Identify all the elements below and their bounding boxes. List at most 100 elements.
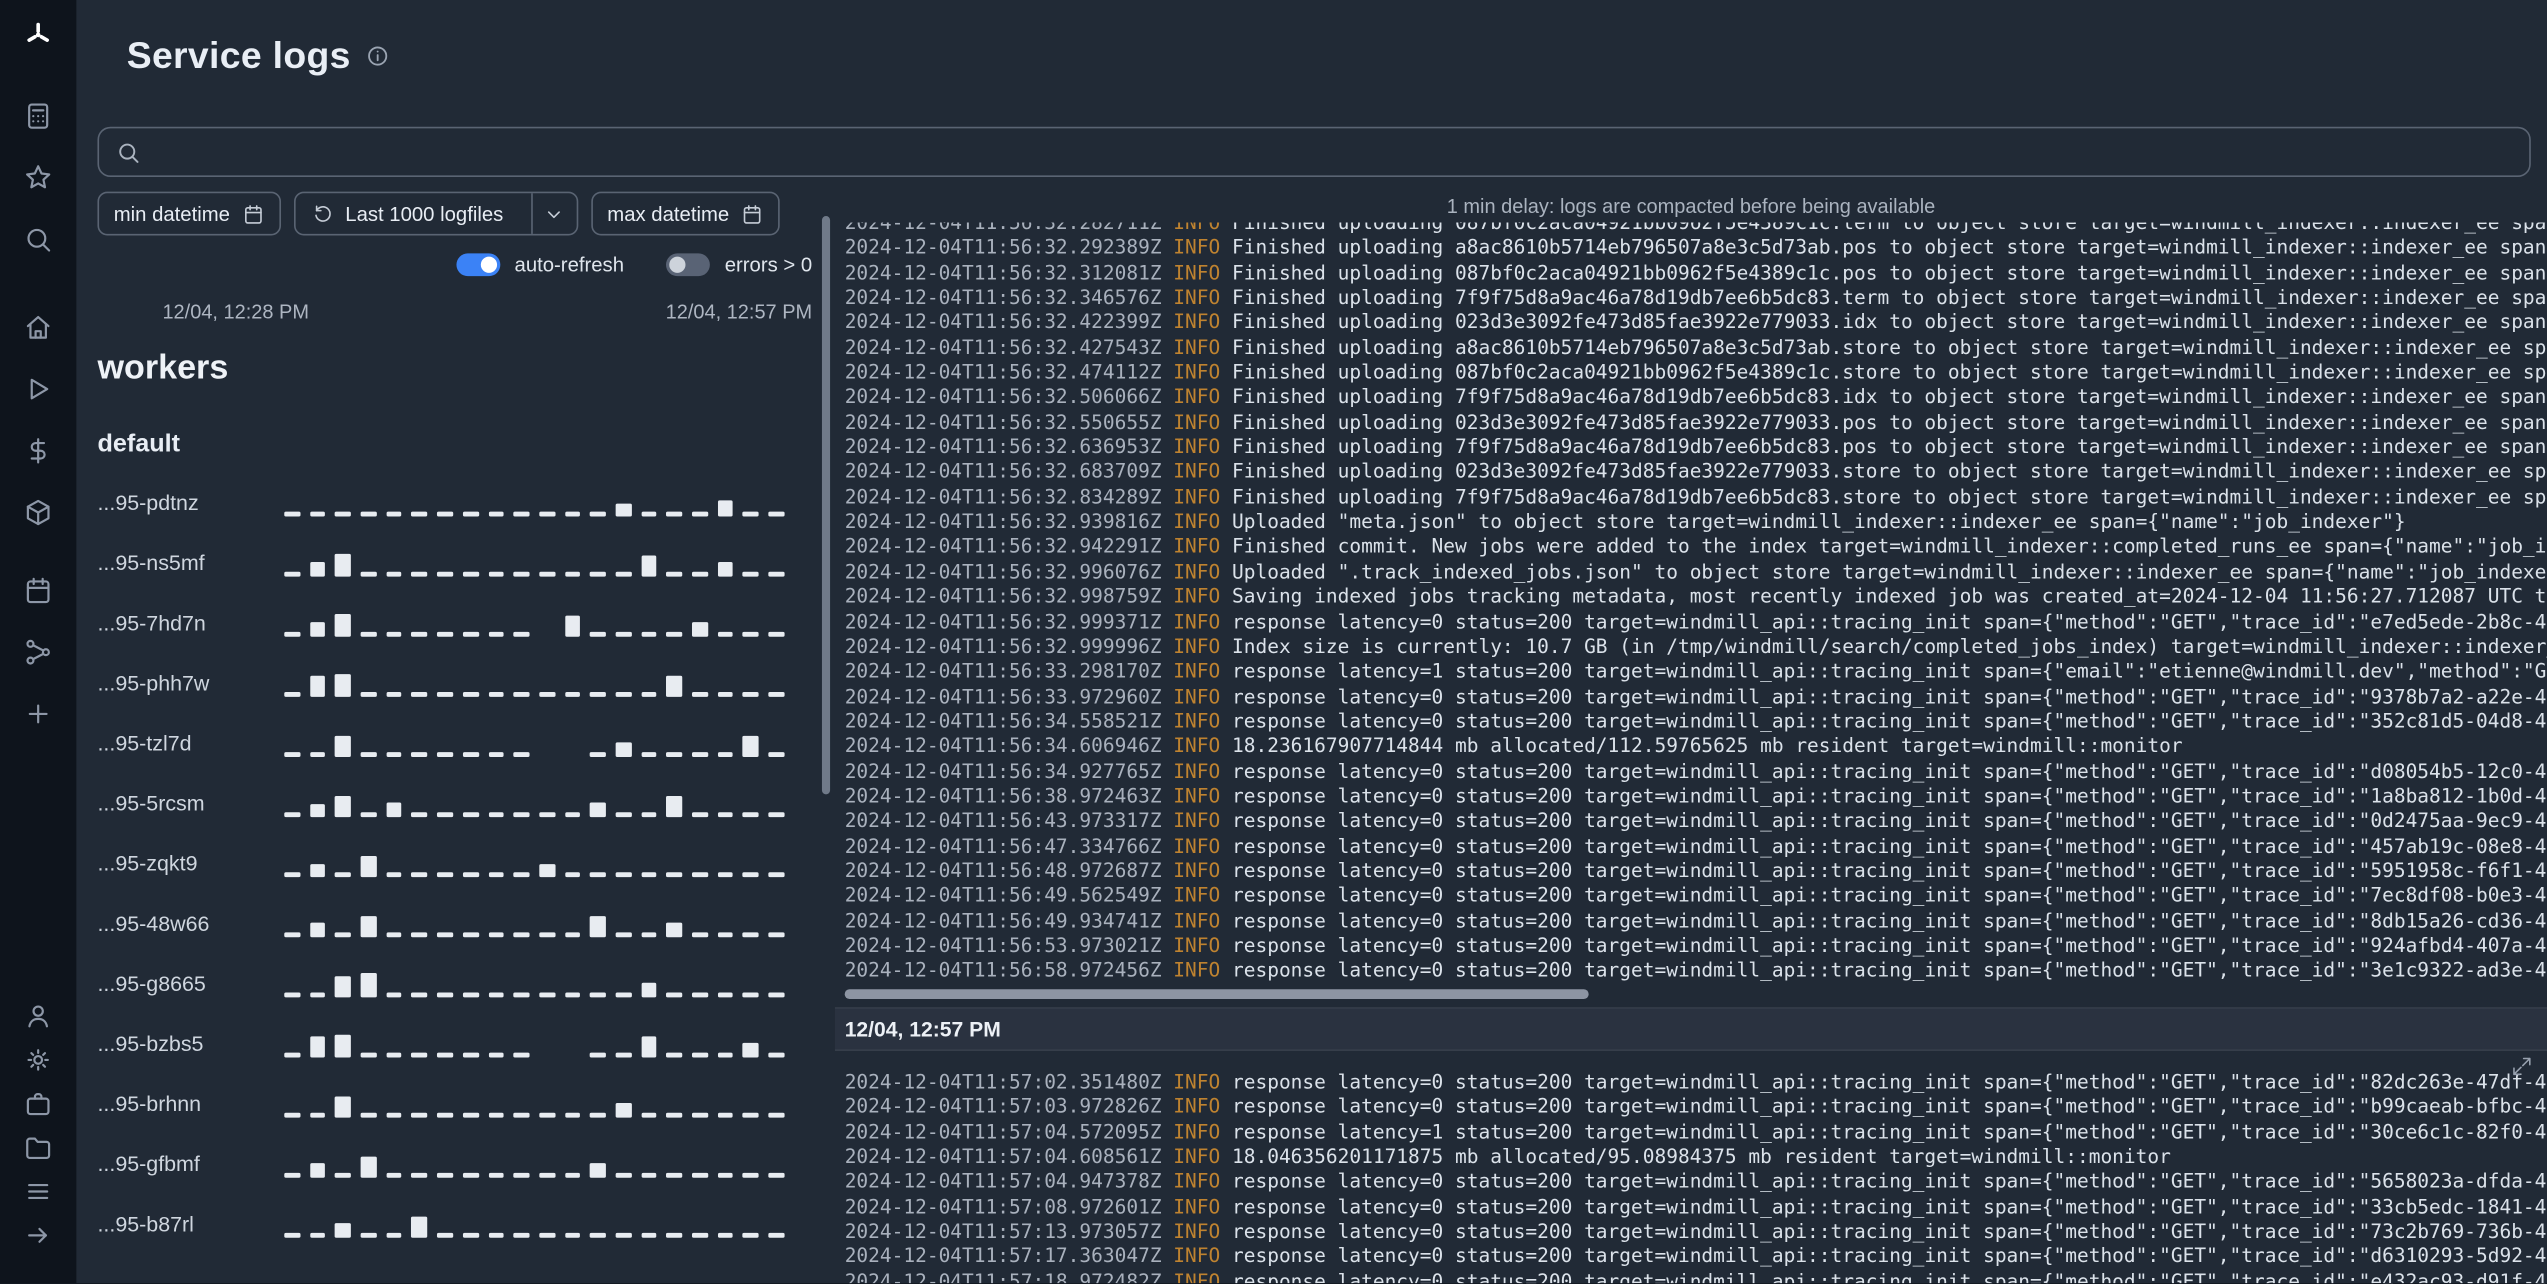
worker-activity-sparkline [284, 790, 785, 817]
log-line: 2024-12-04T11:56:47.334766Z INFO respons… [844, 834, 2547, 858]
min-datetime-button[interactable]: min datetime [97, 191, 281, 236]
settings-gear-icon[interactable] [20, 1041, 56, 1077]
logfiles-dropdown-button[interactable] [530, 193, 576, 234]
worker-row[interactable]: ...95-phh7w [97, 653, 812, 713]
errors-only-toggle[interactable] [666, 253, 711, 277]
runs-icon[interactable] [20, 370, 56, 406]
expand-sidebar-icon[interactable] [20, 1217, 56, 1253]
worker-activity-sparkline [284, 730, 785, 757]
log-vertical-scrollbar-thumb[interactable] [821, 216, 831, 795]
worker-row[interactable]: ...95-zqkt9 [97, 833, 812, 893]
log-line: 2024-12-04T11:57:04.608561Z INFO 18.0463… [844, 1145, 2171, 1168]
log-line: 2024-12-04T11:56:32.939816Z INFO Uploade… [844, 510, 2406, 534]
worker-activity-sparkline [284, 490, 785, 516]
worker-row[interactable]: ...95-tzl7d [97, 713, 812, 773]
service-logs-icon[interactable] [20, 1173, 56, 1209]
variables-icon[interactable] [20, 432, 56, 468]
log-horizontal-scrollbar-thumb[interactable] [844, 989, 1589, 1000]
worker-row[interactable]: ...95-brhnn [97, 1074, 812, 1134]
log-line: 2024-12-04T11:56:32.282711Z INFO Finishe… [844, 222, 2547, 234]
account-icon[interactable] [20, 997, 56, 1033]
log-line: 2024-12-04T11:56:32.636953Z INFO Finishe… [844, 435, 2547, 459]
range-end-label: 12/04, 12:57 PM [665, 300, 813, 324]
search-icon[interactable] [20, 221, 56, 257]
worker-name: ...95-tzl7d [97, 730, 192, 756]
worker-name: ...95-pdtnz [97, 490, 199, 515]
toggles-row: auto-refresh errors > 0 [97, 253, 812, 277]
delay-notice: 1 min delay: logs are compacted before b… [1446, 194, 1936, 218]
info-icon[interactable] [365, 43, 389, 67]
auto-refresh-label: auto-refresh [514, 253, 625, 277]
worker-row[interactable]: ...95-b87rl [97, 1194, 812, 1254]
range-start-label: 12/04, 12:28 PM [162, 300, 310, 324]
folders-icon[interactable] [20, 1129, 56, 1165]
logfiles-refresh-button[interactable]: Last 1000 logfiles [295, 193, 520, 234]
log-line: 2024-12-04T11:56:32.999996Z INFO Index s… [844, 634, 2547, 658]
calendar-icon [244, 204, 262, 223]
worker-name: ...95-b87rl [97, 1211, 194, 1237]
log-line: 2024-12-04T11:57:17.363047Z INFO respons… [844, 1244, 2547, 1268]
resources-icon[interactable] [20, 494, 56, 530]
worker-name: ...95-brhnn [97, 1091, 202, 1116]
worker-activity-sparkline [284, 1031, 785, 1057]
log-line: 2024-12-04T11:56:32.999371Z INFO respons… [844, 609, 2547, 633]
schedules-icon[interactable] [20, 572, 56, 608]
calendar-icon [743, 204, 761, 223]
create-plus-icon[interactable] [20, 695, 56, 731]
log-line: 2024-12-04T11:56:32.427543Z INFO Finishe… [844, 335, 2547, 359]
left-panel: min datetime Last 1000 logfiles max date… [97, 191, 813, 1284]
sidebar [0, 0, 77, 1284]
worker-name: ...95-7hd7n [97, 610, 206, 636]
log-line: 2024-12-04T11:56:33.972960Z INFO respons… [844, 684, 2547, 708]
log-line: 2024-12-04T11:57:02.351480Z INFO respons… [844, 1070, 2547, 1094]
refresh-icon [314, 204, 331, 221]
worker-row[interactable]: ...95-pdtnz [97, 473, 812, 533]
log-line: 2024-12-04T11:57:13.973057Z INFO respons… [844, 1220, 2547, 1243]
log-horizontal-scrollbar [835, 989, 2547, 1000]
log-line: 2024-12-04T11:56:48.972687Z INFO respons… [844, 859, 2547, 882]
windmill-logo-icon[interactable] [20, 16, 56, 52]
log-vertical-scrollbar [812, 192, 835, 1284]
runnables-icon[interactable] [20, 97, 56, 133]
chevron-down-icon [548, 210, 561, 218]
log-line: 2024-12-04T11:56:32.683709Z INFO Finishe… [844, 460, 2547, 484]
log-line: 2024-12-04T11:56:49.934741Z INFO respons… [844, 909, 2547, 932]
worker-row[interactable]: ...95-48w66 [97, 893, 812, 953]
log-line: 2024-12-04T11:57:08.972601Z INFO respons… [844, 1195, 2547, 1218]
main-area: Service logs min datetime Last 1000 logf… [76, 0, 2547, 1283]
log-line: 2024-12-04T11:56:32.422399Z INFO Finishe… [844, 310, 2547, 334]
worker-name: ...95-zqkt9 [97, 851, 198, 876]
worker-activity-sparkline [284, 1211, 785, 1237]
worker-row[interactable]: ...95-ns5mf [97, 533, 812, 593]
log-line: 2024-12-04T11:56:49.562549Z INFO respons… [844, 884, 2547, 907]
worker-row[interactable]: ...95-7hd7n [97, 593, 812, 653]
home-icon[interactable] [20, 309, 56, 345]
favorites-icon[interactable] [20, 159, 56, 195]
log-line: 2024-12-04T11:56:32.942291Z INFO Finishe… [844, 535, 2547, 558]
expand-logs-icon[interactable] [2511, 1056, 2532, 1085]
log-line: 2024-12-04T11:56:32.550655Z INFO Finishe… [844, 410, 2547, 434]
log-line: 2024-12-04T11:56:32.312081Z INFO Finishe… [844, 261, 2547, 284]
auto-refresh-toggle[interactable] [456, 253, 500, 277]
triggers-icon[interactable] [20, 634, 56, 670]
log-section-header[interactable]: 12/04, 12:57 PM [834, 1007, 2547, 1051]
log-line: 2024-12-04T11:56:34.606946Z INFO 18.2361… [844, 734, 2183, 758]
worker-name: ...95-gfbmf [97, 1151, 200, 1177]
worker-row[interactable]: ...95-bzbs5 [97, 1014, 812, 1074]
log-line: 2024-12-04T11:56:32.292389Z INFO Finishe… [844, 236, 2547, 259]
worker-group-name: default [97, 430, 181, 459]
worker-activity-sparkline [284, 1151, 785, 1177]
log-panel: 1 min delay: logs are compacted before b… [834, 192, 2547, 1283]
page-title: Service logs [126, 33, 351, 76]
worker-activity-sparkline [284, 1091, 785, 1117]
search-icon [119, 142, 139, 163]
worker-row[interactable]: ...95-gfbmf [97, 1134, 812, 1194]
search-input[interactable] [154, 138, 2513, 166]
max-datetime-button[interactable]: max datetime [591, 191, 780, 236]
worker-row[interactable]: ...95-g8665 [97, 954, 812, 1014]
log-line: 2024-12-04T11:56:32.474112Z INFO Finishe… [844, 360, 2547, 384]
workers-icon[interactable] [20, 1085, 56, 1121]
worker-row[interactable]: ...95-5rcsm [97, 773, 812, 833]
log-line: 2024-12-04T11:56:34.927765Z INFO respons… [844, 759, 2547, 783]
worker-activity-sparkline [284, 610, 785, 636]
